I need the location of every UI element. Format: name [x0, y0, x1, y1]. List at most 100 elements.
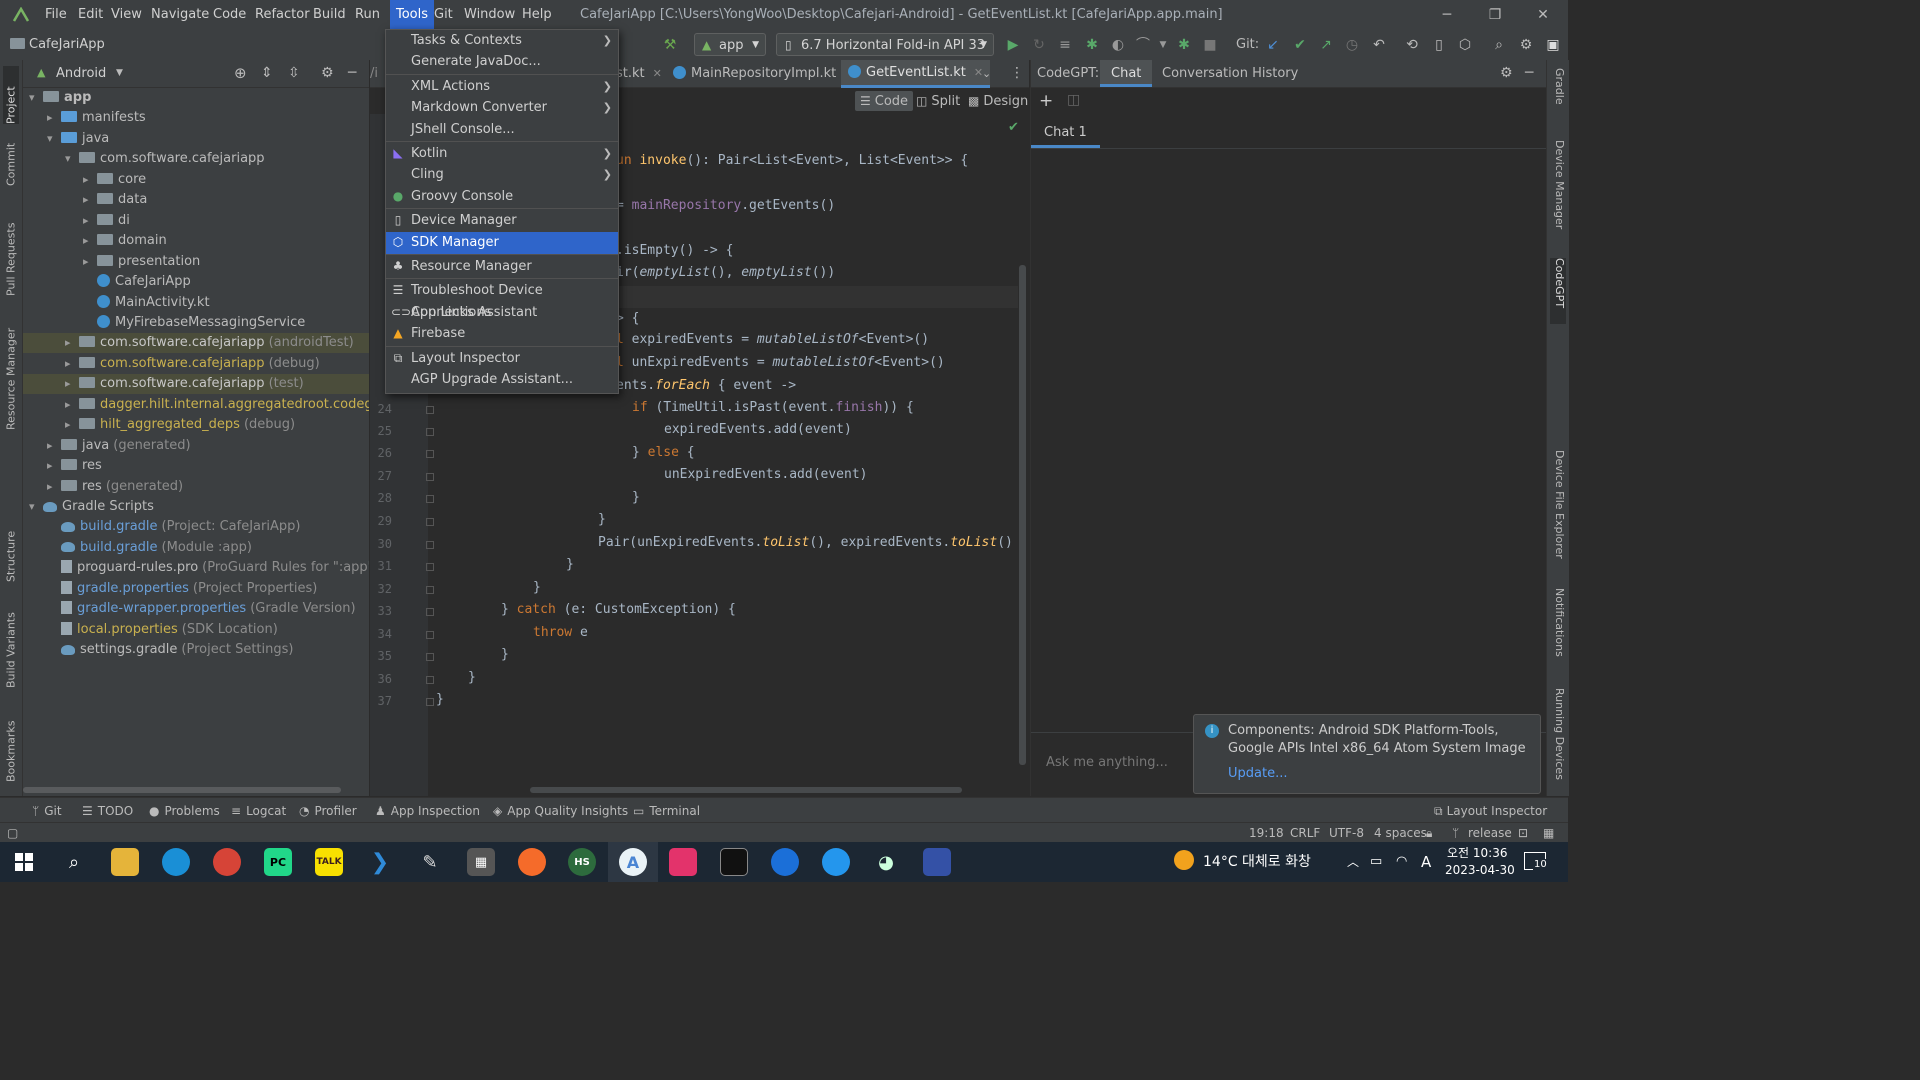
tool-tab-pull-requests[interactable]: Pull Requests [3, 210, 19, 296]
fold-marker-icon[interactable] [426, 631, 434, 639]
clock-time[interactable]: 오전 10:36 [1447, 844, 1507, 861]
tool-window-app-quality-insights[interactable]: ◈ App Quality Insights [493, 798, 628, 824]
line-separator[interactable]: CRLF [1290, 823, 1320, 843]
menu-git[interactable]: Git [434, 0, 453, 30]
tree-item[interactable]: gradle.properties (Project Properties) [23, 579, 369, 599]
tree-item[interactable]: gradle-wrapper.properties (Gradle Version… [23, 599, 369, 619]
account-avatar-icon[interactable]: ▣ [1544, 36, 1562, 54]
chat-tab-1[interactable]: Chat 1 [1031, 118, 1100, 148]
tree-item[interactable]: ▸ res (generated) [23, 477, 369, 497]
caret-position[interactable]: 19:18 [1249, 823, 1284, 843]
tool-tab-gradle[interactable]: Gradle [1550, 68, 1566, 124]
coverage-icon[interactable]: ⌒ [1134, 36, 1152, 54]
rollback-icon[interactable]: ↶ [1370, 36, 1388, 54]
build-hammer-icon[interactable]: ⚒ [661, 36, 679, 54]
memory-indicator-icon[interactable]: ▦ [1543, 823, 1554, 843]
sync-gradle-icon[interactable]: ⟲ [1403, 36, 1421, 54]
tree-item[interactable]: ▸ hilt_aggregated_deps (debug) [23, 415, 369, 435]
new-chat-plus-icon[interactable]: + [1039, 91, 1053, 111]
ime-indicator[interactable]: A [1421, 842, 1431, 882]
photo-app-icon[interactable] [669, 848, 697, 876]
restore-button[interactable]: ❐ [1472, 0, 1518, 30]
menu-item-markdown-converter[interactable]: Markdown Converter ❯ [386, 97, 618, 119]
menu-code[interactable]: Code [213, 0, 246, 30]
tool-window-todo[interactable]: ☰ TODO [82, 798, 133, 824]
close-window-button[interactable]: ✕ [1520, 0, 1566, 30]
hide-panel-icon[interactable]: ─ [348, 60, 356, 87]
chevron-right-icon[interactable]: ▸ [47, 436, 61, 456]
tool-tab-commit[interactable]: Commit [3, 136, 19, 186]
fold-marker-icon[interactable] [426, 473, 434, 481]
settings-gear-icon[interactable]: ⚙ [1517, 36, 1535, 54]
run-config-select[interactable]: ▲ app ▼ [694, 33, 766, 56]
tool-tab-codegpt[interactable]: CodeGPT [1550, 258, 1566, 324]
search-icon[interactable]: ⌕ [60, 848, 88, 876]
toggle-tool-windows-icon[interactable]: ▢ [7, 823, 18, 843]
git-update-icon[interactable]: ↙ [1264, 36, 1282, 54]
menu-item-firebase[interactable]: ▲ Firebase [386, 323, 618, 345]
menu-build[interactable]: Build [313, 0, 346, 30]
menu-refactor[interactable]: Refactor [255, 0, 310, 30]
chevron-down-icon[interactable]: ▾ [65, 149, 79, 169]
tree-item[interactable]: local.properties (SDK Location) [23, 620, 369, 640]
battery-icon[interactable]: ▭ [1370, 842, 1382, 882]
tree-item[interactable]: ▸ com.software.cafejariapp (test) [23, 374, 369, 395]
tree-item[interactable]: ▸ di [23, 211, 369, 231]
tree-item[interactable]: ▸ dagger.hilt.internal.aggregatedroot.cod… [23, 395, 369, 415]
calculator-icon[interactable]: ▦ [467, 848, 495, 876]
git-commit-icon[interactable]: ✔ [1291, 36, 1309, 54]
tray-chevron-up-icon[interactable]: ︿ [1347, 842, 1359, 882]
chevron-right-icon[interactable]: ▸ [47, 108, 61, 128]
tree-item[interactable]: build.gradle (Module :app) [23, 538, 369, 558]
tree-item[interactable]: ▸ com.software.cafejariapp (debug) [23, 354, 369, 374]
tree-item[interactable]: ▸ java (generated) [23, 436, 369, 456]
menu-run[interactable]: Run [355, 0, 380, 30]
editor-tab-st[interactable]: st.kt ✕ [616, 60, 662, 87]
rerun-icon[interactable]: ↻ [1030, 36, 1048, 54]
tree-item[interactable]: proguard-rules.pro (ProGuard Rules for ":… [23, 558, 369, 578]
editor-tab-main-repository[interactable]: MainRepositoryImpl.kt ✕ [673, 60, 854, 87]
chevron-right-icon[interactable]: ▸ [65, 374, 79, 394]
expand-all-icon[interactable]: ⇕ [261, 60, 273, 87]
gear-icon[interactable]: ⚙ [1500, 60, 1513, 87]
history-icon[interactable]: ◷ [1343, 36, 1361, 54]
tree-item[interactable]: ▾ Gradle Scripts [23, 497, 369, 517]
search-icon[interactable]: ⌕ [1490, 36, 1508, 54]
fold-marker-icon[interactable] [426, 698, 434, 706]
menu-item-jshell-console[interactable]: JShell Console... [386, 119, 618, 141]
menu-item-agp-upgrade-assistant[interactable]: AGP Upgrade Assistant... [386, 369, 618, 391]
fold-marker-icon[interactable] [426, 586, 434, 594]
menu-item-app-links-assistant[interactable]: ⊂⊃ App Links Assistant [386, 302, 618, 324]
chevron-right-icon[interactable]: ▸ [47, 456, 61, 476]
menu-item-kotlin[interactable]: ◣ Kotlin ❯ [386, 143, 618, 165]
tab-chat[interactable]: Chat [1100, 60, 1153, 87]
minimize-button[interactable]: ─ [1424, 0, 1470, 30]
menu-file[interactable]: File [45, 0, 67, 30]
tree-item[interactable]: settings.gradle (Project Settings) [23, 640, 369, 660]
split-chat-icon[interactable]: ◫ [1067, 92, 1080, 108]
tool-window-app-inspection[interactable]: ♟ App Inspection [375, 798, 480, 824]
profile-icon[interactable]: ◐ [1109, 36, 1127, 54]
view-mode-design[interactable]: ▩ Design [968, 91, 1028, 111]
docker-icon[interactable] [822, 848, 850, 876]
read-only-lock-icon[interactable]: ⊡ [1518, 823, 1528, 843]
git-push-icon[interactable]: ↗ [1317, 36, 1335, 54]
chevron-down-icon[interactable]: ▼ [116, 60, 123, 87]
fold-marker-icon[interactable] [426, 406, 434, 414]
close-icon[interactable]: ✕ [653, 67, 662, 80]
terminal-icon[interactable] [720, 848, 748, 876]
chevron-right-icon[interactable]: ▸ [65, 354, 79, 374]
tree-item[interactable]: ▸ data [23, 190, 369, 210]
chevron-right-icon[interactable]: ▸ [65, 415, 79, 435]
file-explorer-icon[interactable] [111, 848, 139, 876]
layout-inspector-tool[interactable]: ⧉ Layout Inspector [1434, 798, 1547, 824]
menu-item-cling[interactable]: Cling ❯ [386, 164, 618, 186]
vscode-icon[interactable]: ❯ [366, 848, 394, 876]
menu-view[interactable]: View [111, 0, 142, 30]
tree-item[interactable]: ▾ app [23, 88, 369, 108]
editor-tab-partial[interactable]: /i [370, 60, 378, 87]
tree-item[interactable]: ▸ core [23, 170, 369, 190]
tree-item[interactable]: ▾ java [23, 129, 369, 149]
hs-app-icon[interactable]: HS [568, 848, 596, 876]
paint-palette-icon[interactable]: ◕ [872, 848, 900, 876]
